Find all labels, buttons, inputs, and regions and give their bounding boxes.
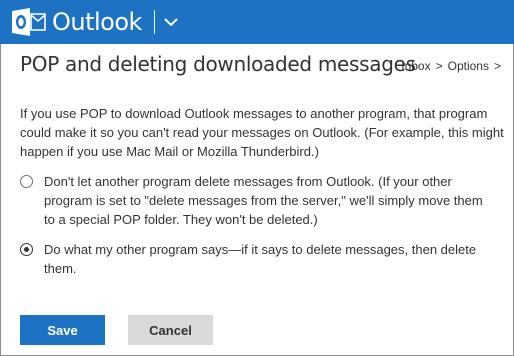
- header-divider: [153, 10, 155, 34]
- app-menu-button[interactable]: [161, 12, 181, 32]
- breadcrumb-options[interactable]: Options: [448, 59, 489, 73]
- breadcrumb-inbox[interactable]: Inbox: [401, 59, 430, 73]
- radio-dont-delete[interactable]: [20, 175, 33, 188]
- outlook-logo-icon: [12, 8, 46, 36]
- save-button[interactable]: Save: [20, 315, 105, 345]
- option-dont-delete-label[interactable]: Don't let another program delete message…: [44, 172, 494, 229]
- chevron-down-icon: [164, 18, 178, 27]
- logo-text: Outlook: [52, 8, 142, 36]
- option-follow-program[interactable]: Do what my other program says—if it says…: [20, 240, 494, 278]
- option-dont-delete[interactable]: Don't let another program delete message…: [20, 172, 494, 229]
- outlook-logo[interactable]: Outlook: [8, 0, 142, 44]
- breadcrumb: Inbox > Options >: [401, 59, 506, 73]
- breadcrumb-separator: >: [435, 59, 443, 73]
- breadcrumb-trailing-separator: >: [493, 59, 501, 73]
- page-title: POP and deleting downloaded messages: [20, 52, 416, 76]
- radio-follow-program[interactable]: [20, 243, 33, 256]
- option-follow-program-label[interactable]: Do what my other program says—if it says…: [44, 240, 494, 278]
- header-bar: Outlook: [0, 0, 514, 44]
- intro-text: If you use POP to download Outlook messa…: [20, 106, 504, 159]
- cancel-button[interactable]: Cancel: [128, 315, 213, 345]
